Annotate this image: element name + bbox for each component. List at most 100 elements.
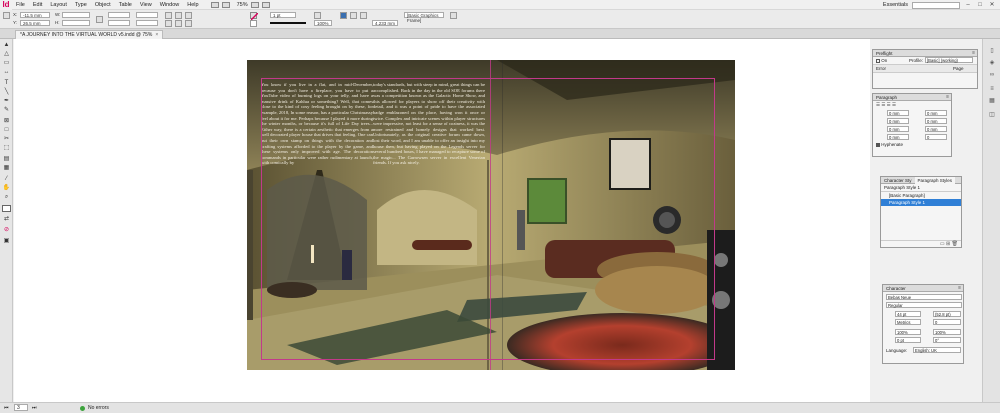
preflight-on-checkbox[interactable]: [876, 58, 880, 63]
right-indent-field[interactable]: 0 mm: [925, 110, 947, 116]
font-style-select[interactable]: Regular: [886, 302, 962, 308]
horizontal-scale-field[interactable]: 100%: [933, 329, 961, 335]
panel-menu-icon[interactable]: ≡: [946, 94, 949, 101]
arrange-docs-icon[interactable]: [261, 1, 270, 8]
fill-color-swatch[interactable]: [250, 12, 259, 21]
article-column-1[interactable]: You know if you live in a flat, and in m…: [261, 82, 373, 166]
swatches-icon[interactable]: ▦: [987, 97, 997, 105]
article-column-2[interactable]: today's standards, but with steep in min…: [373, 82, 485, 166]
rotate-cw-icon[interactable]: [165, 12, 172, 19]
scissors-tool-icon[interactable]: ✂: [2, 136, 11, 143]
panel-menu-icon[interactable]: ≡: [958, 285, 961, 292]
stroke-color-swatch[interactable]: [250, 20, 257, 27]
fill-stroke-icon[interactable]: [2, 205, 11, 212]
wrap-box-icon[interactable]: [350, 12, 357, 19]
menu-file[interactable]: File: [12, 0, 29, 10]
text-wrap-icon[interactable]: [340, 12, 347, 19]
object-style-select[interactable]: [Basic Graphics Frame]: [404, 12, 444, 23]
menu-view[interactable]: View: [136, 0, 156, 10]
panel-close-icon[interactable]: ≡: [972, 50, 975, 57]
select-container-icon[interactable]: [165, 20, 172, 27]
last-line-indent-field[interactable]: 0 mm: [925, 118, 947, 124]
select-content-icon[interactable]: [175, 20, 182, 27]
font-size-field[interactable]: 44 pt: [895, 311, 921, 317]
maximize-button[interactable]: □: [976, 2, 984, 9]
menu-window[interactable]: Window: [156, 0, 184, 10]
hand-tool-icon[interactable]: ✋: [2, 185, 11, 192]
font-family-select[interactable]: Bebas Neue: [886, 294, 962, 300]
note-tool-icon[interactable]: ▦: [2, 165, 11, 172]
flip-vertical-icon[interactable]: [185, 20, 192, 27]
tab-character-styles[interactable]: Character Sty: [881, 177, 915, 184]
shear-field[interactable]: [136, 20, 158, 26]
pages-icon[interactable]: ▯: [987, 47, 997, 55]
document-spread[interactable]: You know if you live in a flat, and in m…: [247, 60, 735, 370]
free-transform-tool-icon[interactable]: ⬚: [2, 145, 11, 152]
align-left-icon[interactable]: ☰: [876, 102, 880, 107]
zoom-level[interactable]: 75%: [237, 2, 248, 8]
workspace-switcher[interactable]: Essentials: [883, 2, 908, 8]
dimension-field[interactable]: 4.233 mm: [372, 20, 398, 26]
pencil-tool-icon[interactable]: ✎: [2, 107, 11, 114]
skew-field[interactable]: 0°: [933, 337, 961, 343]
gap-tool-icon[interactable]: ↔: [2, 69, 11, 76]
rotate-ccw-icon[interactable]: [175, 12, 182, 19]
zoom-tool-icon[interactable]: ⌕: [2, 194, 11, 201]
effects-icon[interactable]: [314, 12, 321, 19]
minimize-button[interactable]: –: [964, 2, 972, 9]
page-number-field[interactable]: 3: [14, 404, 28, 411]
tracking-field[interactable]: 0: [933, 319, 961, 325]
page-tool-icon[interactable]: ▭: [2, 60, 11, 67]
eyedropper-tool-icon[interactable]: ⁄: [2, 176, 11, 183]
close-button[interactable]: ✕: [988, 2, 996, 9]
menu-help[interactable]: Help: [183, 0, 202, 10]
space-after-field[interactable]: 0 mm: [925, 126, 947, 132]
pen-tool-icon[interactable]: ✒: [2, 98, 11, 105]
line-tool-icon[interactable]: ╲: [2, 89, 11, 96]
constrain-proportions-icon[interactable]: [96, 16, 103, 23]
drop-cap-lines-field[interactable]: 0 mm: [887, 134, 909, 140]
layers-icon[interactable]: ◈: [987, 59, 997, 67]
hyphenate-checkbox[interactable]: [876, 142, 880, 147]
wrap-shape-icon[interactable]: [360, 12, 367, 19]
height-field[interactable]: [62, 20, 90, 26]
style-item-basic-paragraph[interactable]: [Basic Paragraph]: [881, 192, 961, 199]
menu-type[interactable]: Type: [71, 0, 91, 10]
apply-none-icon[interactable]: ⊘: [2, 227, 11, 234]
rectangle-frame-tool-icon[interactable]: ⊠: [2, 118, 11, 125]
close-tab-icon[interactable]: ×: [155, 32, 158, 38]
scale-x-field[interactable]: [108, 12, 130, 18]
new-style-icon[interactable]: ⊞: [946, 241, 950, 247]
flip-horizontal-icon[interactable]: [185, 12, 192, 19]
gradient-tool-icon[interactable]: ▤: [2, 156, 11, 163]
cc-libraries-icon[interactable]: ◫: [987, 111, 997, 119]
stroke-type-line[interactable]: [270, 22, 306, 24]
x-position-field[interactable]: -11.5 mm: [20, 12, 50, 18]
drop-cap-chars-field[interactable]: 0: [925, 134, 947, 140]
menu-layout[interactable]: Layout: [46, 0, 71, 10]
profile-select[interactable]: [Basic] (working): [925, 57, 973, 63]
links-icon[interactable]: ∞: [987, 71, 997, 79]
view-options-icon[interactable]: [221, 1, 230, 8]
new-style-group-icon[interactable]: ▭: [940, 241, 945, 247]
align-center-icon[interactable]: ☰: [881, 102, 885, 107]
left-indent-field[interactable]: 0 mm: [887, 110, 909, 116]
scale-y-field[interactable]: [108, 20, 130, 26]
baseline-shift-field[interactable]: 0 pt: [895, 337, 921, 343]
menu-object[interactable]: Object: [91, 0, 115, 10]
tab-paragraph-styles[interactable]: Paragraph Styles: [914, 177, 956, 184]
justify-icon[interactable]: ☰: [892, 102, 896, 107]
document-tab[interactable]: *A JOURNEY INTO THE VIRTUAL WORLD v5.ind…: [15, 30, 164, 39]
delete-style-icon[interactable]: 🗑: [952, 241, 958, 247]
rotation-field[interactable]: [136, 12, 158, 18]
menu-table[interactable]: Table: [115, 0, 136, 10]
type-tool-icon[interactable]: T: [2, 80, 11, 87]
language-select[interactable]: English: UK: [913, 347, 961, 353]
stroke-icon[interactable]: ≡: [987, 85, 997, 93]
swap-colors-icon[interactable]: ⇄: [2, 216, 11, 223]
preflight-status-text[interactable]: No errors: [88, 403, 109, 413]
vertical-scale-field[interactable]: 100%: [895, 329, 921, 335]
next-page-icon[interactable]: ⏭: [32, 403, 37, 413]
kerning-field[interactable]: Metrics: [895, 319, 921, 325]
search-input[interactable]: [912, 1, 960, 9]
